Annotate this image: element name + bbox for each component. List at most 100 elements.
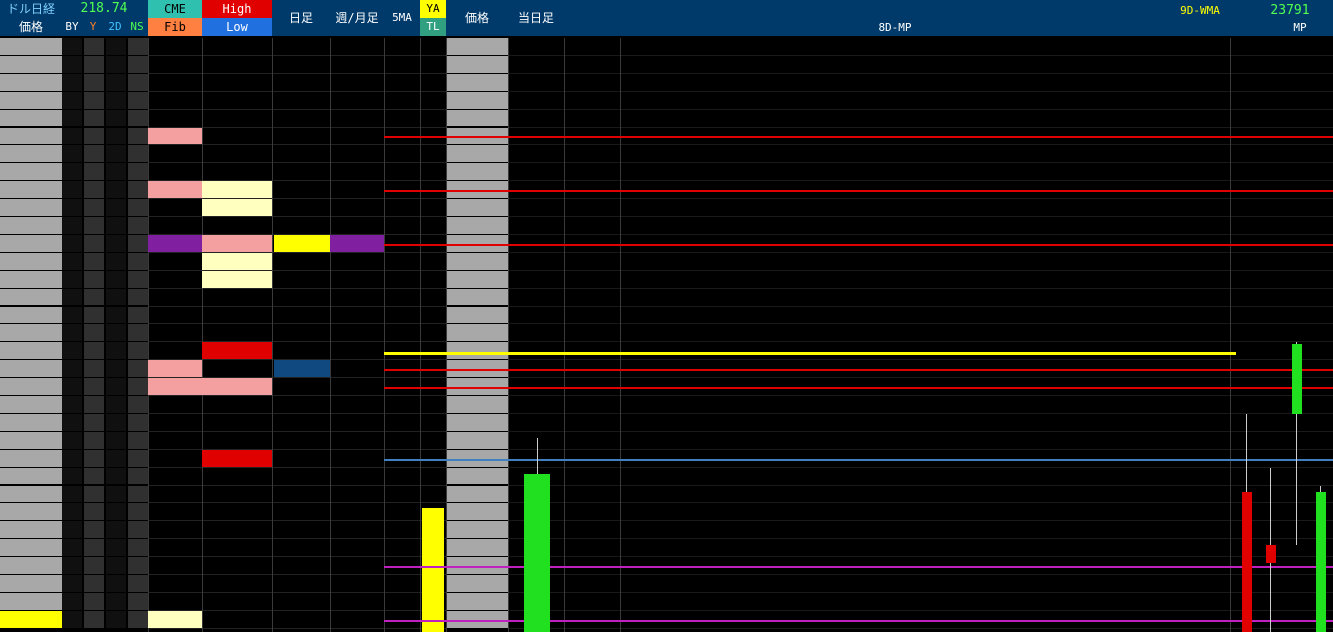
- high-low-label: [202, 378, 272, 395]
- price-cell-right: [446, 575, 508, 592]
- cme-label: [148, 234, 202, 252]
- mp-row: [566, 396, 766, 414]
- price-cell: [0, 378, 62, 395]
- mark-cell-bg: [84, 413, 104, 431]
- ns-mark: [106, 396, 126, 414]
- mark-cell-bg: [84, 163, 104, 181]
- ns-mark: [106, 593, 126, 611]
- mp-row: [566, 575, 766, 593]
- price-cell: [0, 109, 62, 127]
- mark-cell-bg: [128, 449, 148, 467]
- price-cell: [0, 127, 62, 145]
- by-mark: [62, 396, 82, 414]
- price-cell: [0, 163, 62, 181]
- mark-cell-bg: [84, 342, 104, 360]
- price-cell-right: [446, 217, 508, 234]
- mark-cell-bg: [84, 234, 104, 252]
- price-cell-right: [446, 521, 508, 539]
- 5ma-label: [386, 593, 420, 611]
- by-mark: [62, 450, 82, 468]
- mark-cell-bg: [62, 145, 82, 163]
- price-cell: [0, 342, 62, 360]
- cme-label: [148, 610, 202, 628]
- mark-cell-bg: [128, 485, 148, 503]
- mark-cell-bg: [128, 91, 148, 109]
- mark-cell-bg: [62, 234, 82, 252]
- row-sep: [148, 484, 446, 486]
- mark-cell-bg: [84, 306, 104, 324]
- mark-cell-bg: [62, 38, 82, 55]
- price-cell-right: [446, 38, 508, 55]
- mp-value: 23791: [1270, 3, 1310, 18]
- 5ma-header: 5MA: [392, 11, 412, 24]
- ns-mark: [106, 575, 126, 593]
- y-mark: [84, 503, 104, 521]
- mp-row: [566, 539, 766, 557]
- row-sep: [148, 466, 446, 468]
- candle-body: [1292, 344, 1302, 415]
- row-sep: [508, 54, 1333, 56]
- mark-cell-bg: [84, 73, 104, 91]
- price-cell: [0, 575, 62, 592]
- mark-cell-bg: [62, 127, 82, 145]
- mark-cell-bg: [106, 145, 126, 163]
- row-sep: [508, 251, 1333, 253]
- mp-row: [566, 486, 766, 504]
- y-mark: [84, 611, 104, 629]
- price-cell: [0, 521, 62, 539]
- level-line: [384, 136, 1333, 139]
- row-sep: [148, 627, 446, 629]
- mark-cell-bg: [84, 55, 104, 73]
- cme-label: [148, 378, 202, 395]
- row-sep: [148, 72, 446, 74]
- mark-cell-bg: [128, 252, 148, 270]
- mark-cell-bg: [84, 378, 104, 395]
- row-sep: [148, 269, 446, 271]
- 2d-col-header: 2D: [108, 20, 122, 33]
- price-cell-right: [446, 342, 508, 360]
- mp-row: [566, 611, 766, 629]
- daily-label: [274, 234, 330, 252]
- price-cell-right: [446, 539, 508, 557]
- mp-row: [566, 521, 766, 539]
- ns-mark: [106, 611, 126, 629]
- price-cell-right: [446, 485, 508, 503]
- high-low-label: [202, 252, 272, 270]
- price-cell-right: [446, 91, 508, 109]
- trading-board: ドル日経 218.74 価格 BY Y 2D NS CME Fib High L…: [0, 0, 1333, 632]
- price-cell: [0, 413, 62, 431]
- mark-cell-bg: [128, 592, 148, 610]
- y-mark: [84, 521, 104, 539]
- mark-cell-bg: [84, 324, 104, 342]
- row-sep: [148, 574, 446, 575]
- mark-cell-bg: [106, 217, 126, 234]
- price-cell-right: [446, 413, 508, 431]
- mp-row: [566, 593, 766, 611]
- ns-mark: [106, 557, 126, 575]
- row-sep: [148, 216, 446, 217]
- price-cell: [0, 557, 62, 574]
- row-sep: [148, 162, 446, 164]
- mark-cell-bg: [128, 109, 148, 127]
- by-mark: [62, 432, 82, 450]
- price-cell: [0, 306, 62, 324]
- mark-cell-bg: [84, 217, 104, 234]
- cme-label: [148, 127, 202, 145]
- row-sep: [508, 90, 1333, 92]
- row-sep: [508, 216, 1333, 217]
- mark-cell-bg: [84, 91, 104, 109]
- mark-cell-bg: [62, 91, 82, 109]
- price-cell: [0, 396, 62, 413]
- mark-cell-bg: [62, 55, 82, 73]
- mark-cell-bg: [128, 378, 148, 395]
- by-mark: [62, 539, 82, 557]
- mark-cell-bg: [106, 55, 126, 73]
- row-sep: [508, 162, 1333, 164]
- high-low-label: [202, 342, 272, 360]
- ns-mark: [106, 342, 126, 360]
- column-divider: [420, 38, 421, 632]
- mp-row: [566, 378, 766, 396]
- price-cell: [0, 217, 62, 234]
- price-cell-right: [446, 431, 508, 449]
- mark-cell-bg: [128, 575, 148, 592]
